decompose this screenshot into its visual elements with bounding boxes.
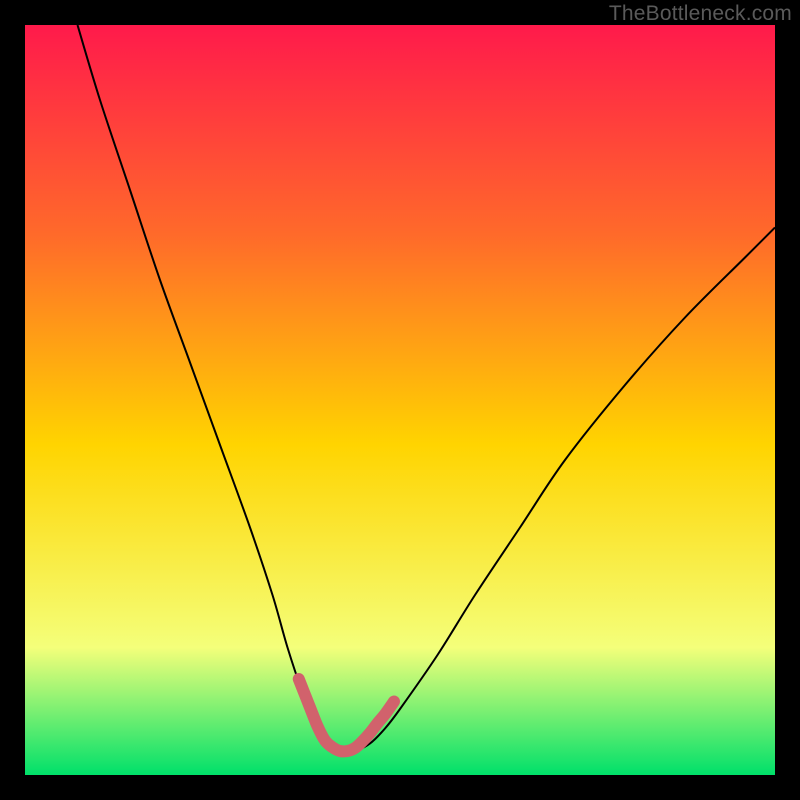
plot-area (25, 25, 775, 775)
watermark-label: TheBottleneck.com (609, 2, 792, 26)
chart-frame: TheBottleneck.com (0, 0, 800, 800)
gradient-background (25, 25, 775, 775)
chart-svg (25, 25, 775, 775)
